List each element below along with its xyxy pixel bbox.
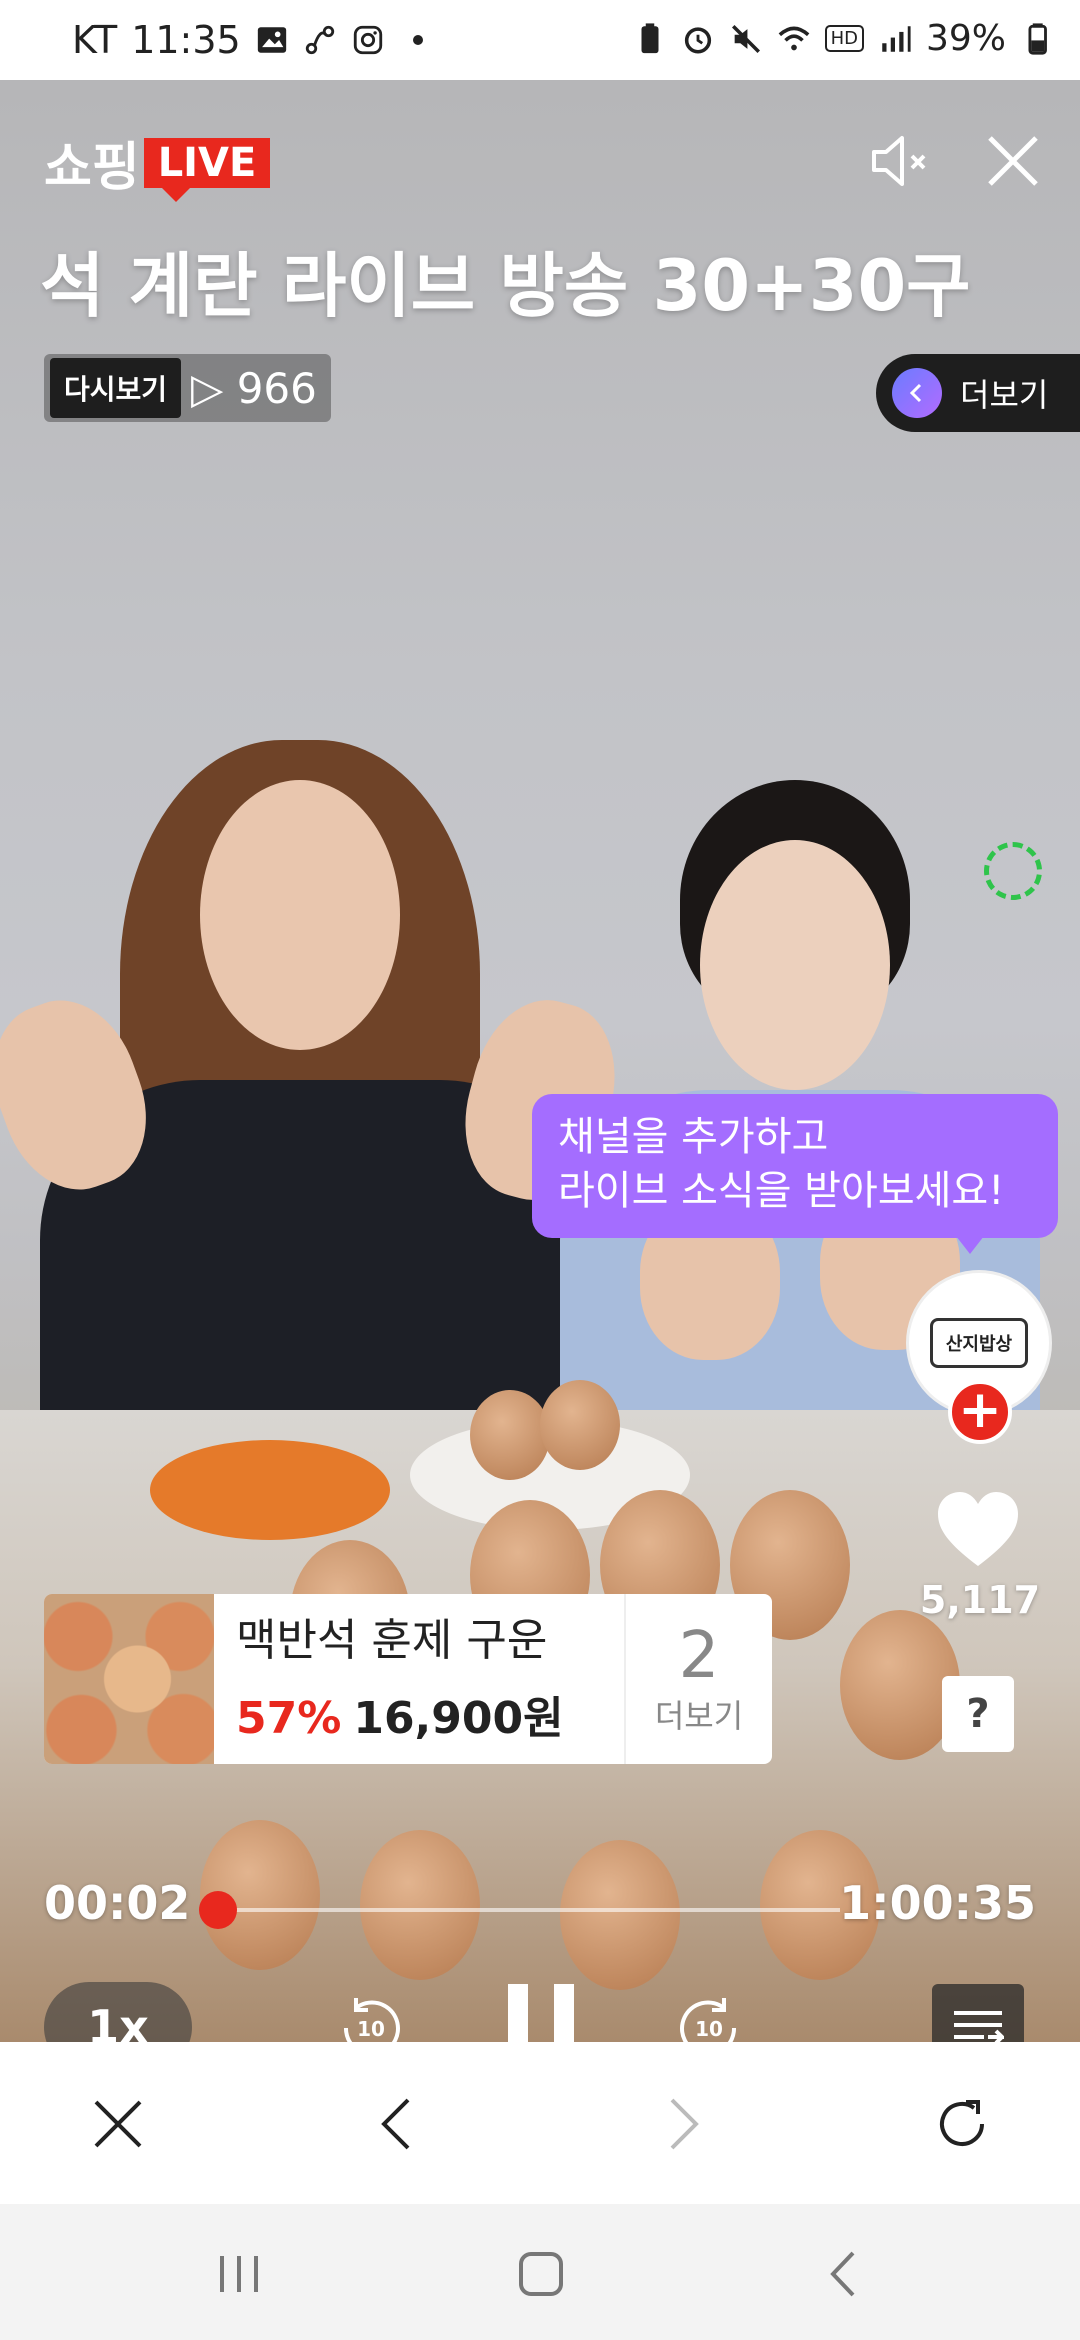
home-button[interactable] [506,2244,576,2304]
host-left-face [200,780,400,1050]
food-dish [150,1440,390,1540]
recent-apps-button[interactable] [204,2244,274,2304]
forward-button[interactable] [642,2084,722,2164]
like-heart-icon[interactable] [936,1490,1020,1570]
sound-muted-icon[interactable] [866,126,936,196]
egg [540,1380,620,1470]
instagram-icon [353,25,382,55]
mute-icon [731,24,760,53]
rewind-10-icon[interactable]: 10 [336,1992,406,2042]
broadcast-title: 석 계란 라이브 방송 30+30구 [40,245,971,327]
status-left: KT 11:35 [72,18,423,62]
back-button[interactable] [358,2084,438,2164]
rewind-seconds: 10 [357,2017,385,2041]
pause-button[interactable] [508,1984,574,2042]
notification-dot-icon [412,35,423,45]
logo-text: 쇼핑 [44,138,140,198]
more-button[interactable]: 더보기 [876,354,1080,432]
replay-tag: 다시보기 [50,358,182,418]
channel-logo: 산지밥상 [930,1318,1028,1368]
status-right: HD 39% [633,18,1054,59]
quiz-label: ? [966,1691,990,1737]
total-time: 1:00:35 [839,1876,1036,1930]
carrier-label: KT [72,18,118,62]
product-card[interactable]: 맥반석 훈제 구운 57% 16,900원 2 더보기 [44,1594,772,1764]
recent-apps-icon [220,2256,258,2292]
tooltip-line-1: 채널을 추가하고 [558,1114,829,1160]
playlist-icon [954,2011,1004,2042]
close-icon[interactable] [978,126,1048,196]
seek-knob[interactable] [199,1891,237,1929]
home-icon [519,2252,563,2296]
speed-label: 1x [87,2000,149,2042]
product-price-row: 57% 16,900원 [236,1682,602,1746]
pause-bar-left [508,1984,528,2042]
hd-voice-icon: HD [824,25,864,52]
add-channel-button[interactable]: + [948,1380,1012,1444]
playlist-button[interactable] [932,1984,1024,2042]
playback-speed-button[interactable]: 1x [44,1982,192,2042]
chevron-right-icon [670,2098,699,2150]
close-tab-button[interactable] [78,2084,158,2164]
chevron-left-icon [892,368,942,418]
replay-info: 다시보기 ▷ 966 [44,354,331,422]
tooltip-line-2: 라이브 소식을 받아보세요! [558,1168,1005,1214]
refresh-icon [940,2100,984,2146]
loading-spinner-icon [984,842,1042,900]
product-name-line-1: 맥반석 훈제 구운 [236,1615,548,1666]
current-time: 00:02 [44,1876,191,1930]
egg [360,1830,480,1980]
clock: 11:35 [131,18,241,62]
refresh-button[interactable] [922,2084,1002,2164]
alarm-icon [684,26,711,54]
seek-bar[interactable] [199,1891,840,1929]
view-count: ▷ 966 [191,363,317,413]
quiz-box-icon[interactable]: ? [942,1676,1014,1752]
product-more-label: 더보기 [654,1697,744,1735]
system-nav-bar [0,2204,1080,2340]
live-badge: LIVE [143,137,271,202]
product-name: 맥반석 훈제 구운 [236,1604,602,1666]
pause-bar-right [554,1984,574,2042]
channel-add-tooltip: 채널을 추가하고 라이브 소식을 받아보세요! [532,1094,1058,1254]
link-icon [305,25,334,55]
battery-icon [1028,22,1047,55]
host-right-face [700,840,890,1090]
gallery-icon [257,27,286,53]
product-count: 2 [678,1619,720,1693]
chevron-left-icon [381,2098,410,2150]
egg [560,1840,680,1990]
shopping-live-logo: 쇼핑 LIVE [44,125,271,202]
back-icon [830,2251,855,2297]
battery-percent: 39% [925,18,1006,59]
forward-seconds: 10 [695,2017,723,2041]
system-back-button[interactable] [808,2244,878,2304]
signal-icon [882,25,911,52]
status-bar: KT 11:35 HD 39% [0,0,1080,80]
live-video-player[interactable]: 쇼핑 LIVE 석 계란 라이브 방송 30+30구 다시보기 ▷ 966 더보… [0,80,1080,2042]
product-more-button[interactable]: 2 더보기 [624,1594,772,1764]
like-count: 5,117 [919,1578,1041,1622]
battery-saver-icon [641,22,659,53]
product-thumbnail [44,1594,214,1764]
close-icon [94,2100,142,2148]
price: 16,900원 [353,1693,564,1744]
wifi-icon [778,26,809,50]
forward-10-icon[interactable]: 10 [674,1992,744,2042]
browser-toolbar [0,2042,1080,2204]
discount-rate: 57% [236,1693,342,1744]
egg [470,1390,550,1480]
product-info: 맥반석 훈제 구운 57% 16,900원 [214,1594,624,1764]
more-label: 더보기 [960,376,1049,414]
